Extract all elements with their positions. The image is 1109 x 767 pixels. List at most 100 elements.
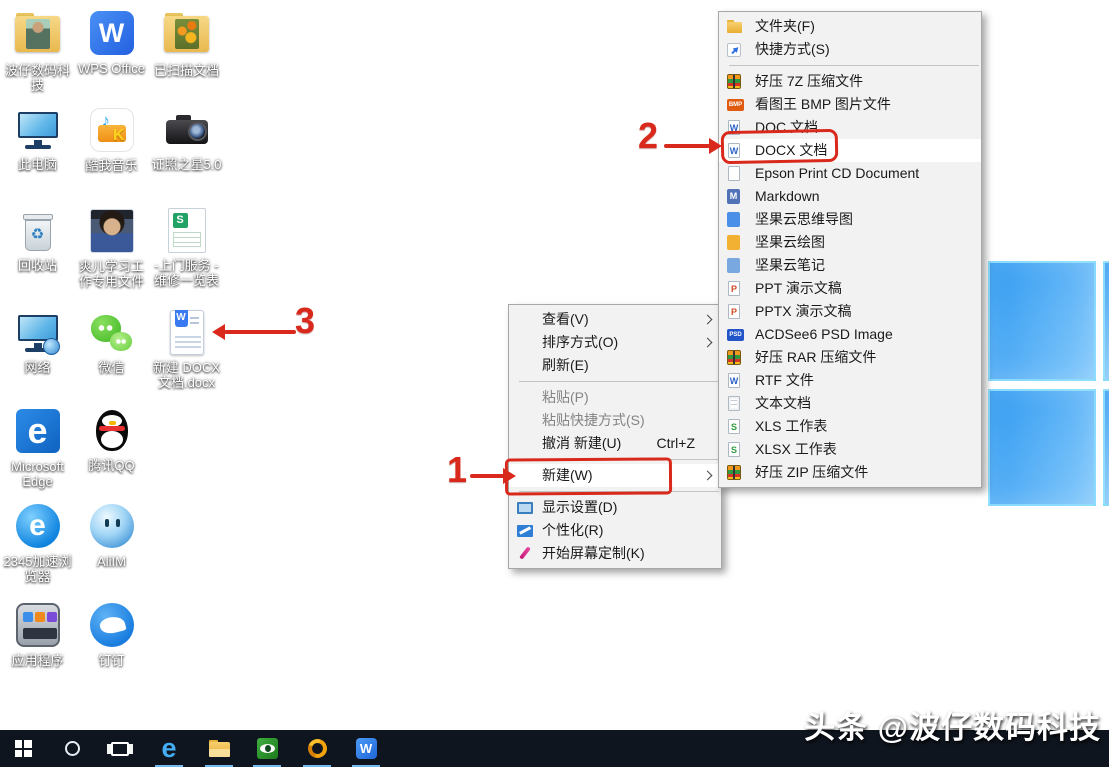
annotation-number-3: 3 bbox=[295, 303, 315, 339]
menu-item-label: 排序方式(O) bbox=[542, 334, 618, 350]
submenu-item-markdown[interactable]: MMarkdown bbox=[719, 185, 981, 208]
desktop-icon-new-docx[interactable]: W新建 DOCX 文档.docx bbox=[149, 310, 224, 390]
task-view-icon bbox=[111, 742, 129, 756]
folder-photos-icon bbox=[164, 13, 210, 59]
desktop-icon-dingtalk[interactable]: 钉钉 bbox=[74, 602, 149, 668]
menu-item-start-screen[interactable]: 开始屏幕定制(K) bbox=[509, 542, 721, 565]
annotation-number-1: 1 bbox=[447, 452, 467, 488]
desktop-icon-wps-office[interactable]: WWPS Office bbox=[74, 10, 149, 76]
task-view-button[interactable] bbox=[99, 730, 141, 767]
acdsee-eye-icon bbox=[257, 738, 278, 759]
submenu-item-bmp[interactable]: BMP看图王 BMP 图片文件 bbox=[719, 93, 981, 116]
submenu-item-xls[interactable]: SXLS 工作表 bbox=[719, 415, 981, 438]
submenu-item-shortcut[interactable]: 快捷方式(S) bbox=[719, 38, 981, 61]
desktop-icon-zhengzhao-star[interactable]: 证照之星5.0 bbox=[149, 107, 224, 172]
menu-item-label: 撤消 新建(U) bbox=[542, 435, 621, 451]
camera-icon bbox=[164, 107, 210, 153]
menu-item-label: RTF 文件 bbox=[755, 372, 814, 388]
menu-item-paste[interactable]: 粘贴(P) bbox=[509, 386, 721, 409]
taskbar-edge-button[interactable]: e bbox=[148, 730, 190, 767]
desktop-icon-label: AliIM bbox=[74, 554, 149, 569]
annotation-arrow-2 bbox=[664, 144, 710, 148]
desktop-icon-tencent-qq[interactable]: 腾讯QQ bbox=[74, 408, 149, 473]
desktop-icon-kuwo-music[interactable]: ♪K酷我音乐 bbox=[74, 107, 149, 173]
submenu-item-rar[interactable]: 好压 RAR 压缩文件 bbox=[719, 346, 981, 369]
desktop-icon-2345-browser[interactable]: e2345加速浏 览器 bbox=[0, 503, 75, 584]
desktop-icon-label: 已扫描文档 bbox=[149, 63, 224, 78]
menu-item-label: 坚果云笔记 bbox=[755, 257, 825, 273]
submenu-item-txt[interactable]: 文本文档 bbox=[719, 392, 981, 415]
desktop-context-menu: 查看(V) 排序方式(O) 刷新(E) 粘贴(P) 粘贴快捷方式(S)撤消 新建(U)C… bbox=[508, 304, 722, 569]
desktop-icon-label: 酷我音乐 bbox=[74, 158, 149, 173]
desktop-icon-wechat[interactable]: 微信 bbox=[74, 310, 149, 375]
menu-item-label: Markdown bbox=[755, 188, 820, 204]
desktop-icon-network[interactable]: 网络 bbox=[0, 310, 75, 375]
menu-item-label: 粘贴(P) bbox=[542, 389, 589, 405]
desktop-icon-scanned-docs[interactable]: 已扫描文档 bbox=[149, 10, 224, 78]
menu-item-label: PPTX 演示文稿 bbox=[755, 303, 851, 319]
taskbar-wps-button[interactable]: W bbox=[345, 730, 387, 767]
desktop-icon-label: 回收站 bbox=[0, 258, 75, 273]
desktop-icon-label: 爽儿学习工 作专用文件 bbox=[74, 259, 149, 289]
menu-item-view[interactable]: 查看(V) bbox=[509, 308, 721, 331]
menu-item-personalize[interactable]: 个性化(R) bbox=[509, 519, 721, 542]
desktop-icon-bozai-folder[interactable]: 波仔数码科 技 bbox=[0, 10, 75, 93]
menu-item-label: 快捷方式(S) bbox=[755, 41, 830, 57]
dingtalk-icon bbox=[89, 603, 135, 649]
start-button[interactable] bbox=[2, 730, 44, 767]
taskbar-explorer-button[interactable] bbox=[198, 730, 240, 767]
desktop-icon-shuanger-files[interactable]: 爽儿学习工 作专用文件 bbox=[74, 208, 149, 289]
submenu-item-7z[interactable]: 好压 7Z 压缩文件 bbox=[719, 70, 981, 93]
menu-item-label: 刷新(E) bbox=[542, 357, 589, 373]
desktop-icon-microsoft-edge[interactable]: eMicrosoft Edge bbox=[0, 408, 75, 489]
wps-office-icon: W bbox=[89, 11, 135, 57]
menu-item-display-settings[interactable]: 显示设置(D) bbox=[509, 496, 721, 519]
submenu-item-nut-note[interactable]: 坚果云笔记 bbox=[719, 254, 981, 277]
menu-item-label: 文件夹(F) bbox=[755, 18, 815, 34]
submenu-item-nut-draw[interactable]: 坚果云绘图 bbox=[719, 231, 981, 254]
haozip-ring-icon bbox=[308, 739, 327, 758]
submenu-item-rtf[interactable]: W RTF 文件 bbox=[719, 369, 981, 392]
menu-item-label: PPT 演示文稿 bbox=[755, 280, 842, 296]
desktop-icon-recycle-bin[interactable]: ♻回收站 bbox=[0, 208, 75, 273]
menu-item-label: 好压 ZIP 压缩文件 bbox=[755, 464, 868, 480]
desktop-icon-apps[interactable]: 应用程序 bbox=[0, 602, 75, 668]
pptx-file-icon: P bbox=[727, 304, 743, 320]
desktop-icon-this-pc[interactable]: 此电脑 bbox=[0, 107, 75, 172]
text-file-icon bbox=[727, 396, 743, 412]
submenu-item-ppt[interactable]: P PPT 演示文稿 bbox=[719, 277, 981, 300]
submenu-item-psd[interactable]: PSDACDSee6 PSD Image bbox=[719, 323, 981, 346]
menu-item-paste-shortcut[interactable]: 粘贴快捷方式(S) bbox=[509, 409, 721, 432]
menu-item-label: Epson Print CD Document bbox=[755, 165, 919, 181]
menu-item-refresh[interactable]: 刷新(E) bbox=[509, 354, 721, 377]
submenu-item-epson[interactable]: Epson Print CD Document bbox=[719, 162, 981, 185]
desktop-icon-aliim[interactable]: AliIM bbox=[74, 503, 149, 569]
submenu-item-folder[interactable]: 文件夹(F) bbox=[719, 15, 981, 38]
watermark-text: 头条 @波仔数码科技 bbox=[804, 702, 1101, 747]
rtf-file-icon: W bbox=[727, 373, 743, 389]
menu-item-label: 查看(V) bbox=[542, 311, 589, 327]
submenu-item-nut-mindmap[interactable]: 坚果云思维导图 bbox=[719, 208, 981, 231]
menu-item-label: 文本文档 bbox=[755, 395, 811, 411]
ppt-file-icon: P bbox=[727, 281, 743, 297]
submenu-item-xlsx[interactable]: SXLSX 工作表 bbox=[719, 438, 981, 461]
menu-separator bbox=[729, 65, 979, 66]
desktop-icon-label: 微信 bbox=[74, 360, 149, 375]
submenu-item-zip[interactable]: 好压 ZIP 压缩文件 bbox=[719, 461, 981, 484]
taskbar-acdsee-button[interactable] bbox=[246, 730, 288, 767]
annotation-arrow-1 bbox=[470, 474, 506, 478]
annotation-box-new bbox=[505, 457, 672, 495]
annotation-box-docx bbox=[721, 129, 839, 164]
cortana-search-button[interactable] bbox=[51, 730, 93, 767]
desktop-icon-label: 波仔数码科 技 bbox=[0, 63, 75, 93]
submenu-item-pptx[interactable]: P PPTX 演示文稿 bbox=[719, 300, 981, 323]
taskbar-haozip-button[interactable] bbox=[296, 730, 338, 767]
edge-icon: e bbox=[15, 409, 61, 455]
menu-item-sort-by[interactable]: 排序方式(O) bbox=[509, 331, 721, 354]
chevron-right-icon bbox=[703, 315, 713, 325]
menu-item-label: 坚果云思维导图 bbox=[755, 211, 853, 227]
shortcut-icon bbox=[727, 42, 743, 58]
menu-item-undo-new[interactable]: 撤消 新建(U)Ctrl+Z bbox=[509, 432, 721, 455]
desktop-icon-service-sheet[interactable]: S-上门服务 - 维修一览表 bbox=[149, 208, 224, 288]
menu-item-label: XLSX 工作表 bbox=[755, 441, 837, 457]
